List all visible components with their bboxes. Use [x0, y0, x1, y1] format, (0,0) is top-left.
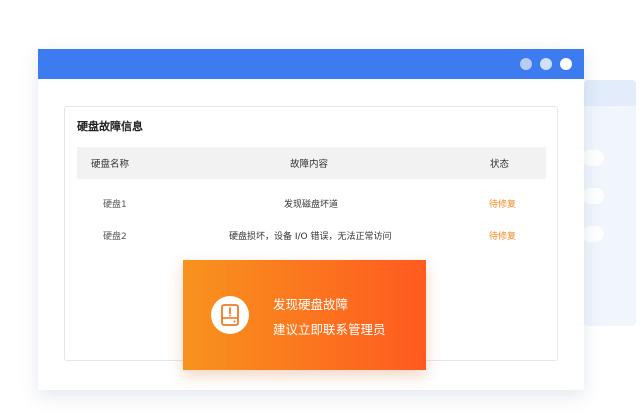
fault-content: 硬盘损坏，设备 I/O 错误，无法正常访问	[229, 232, 392, 242]
status-badge: 待修复	[489, 232, 517, 242]
background-window	[582, 80, 636, 326]
window-dot-icon[interactable]	[540, 58, 552, 70]
background-pill	[582, 150, 604, 166]
hard-disk-warning-icon	[211, 296, 249, 334]
window-dot-icon[interactable]	[520, 58, 532, 70]
disk-name: 硬盘1	[103, 200, 127, 210]
stage: 硬盘故障信息 硬盘名称 故障内容 状态 硬盘1 发现磁盘坏道 待修复 硬盘2 硬…	[0, 0, 640, 420]
fault-content: 发现磁盘坏道	[284, 200, 339, 210]
table-header: 硬盘名称 故障内容 状态	[77, 147, 546, 179]
window-titlebar	[38, 49, 584, 79]
disk-fault-alert: 发现硬盘故障 建议立即联系管理员	[183, 260, 426, 370]
card-title: 硬盘故障信息	[77, 120, 143, 133]
disk-name: 硬盘2	[103, 232, 127, 242]
background-window-header	[584, 80, 636, 106]
status-badge: 待修复	[489, 200, 517, 210]
background-pill	[582, 188, 604, 204]
column-header-name: 硬盘名称	[91, 159, 130, 170]
background-pill	[582, 226, 604, 242]
alert-title: 发现硬盘故障	[273, 297, 349, 312]
alert-message: 建议立即联系管理员	[273, 322, 386, 337]
column-header-status: 状态	[490, 159, 510, 170]
window-dot-icon[interactable]	[560, 58, 572, 70]
column-header-content: 故障内容	[290, 159, 329, 170]
